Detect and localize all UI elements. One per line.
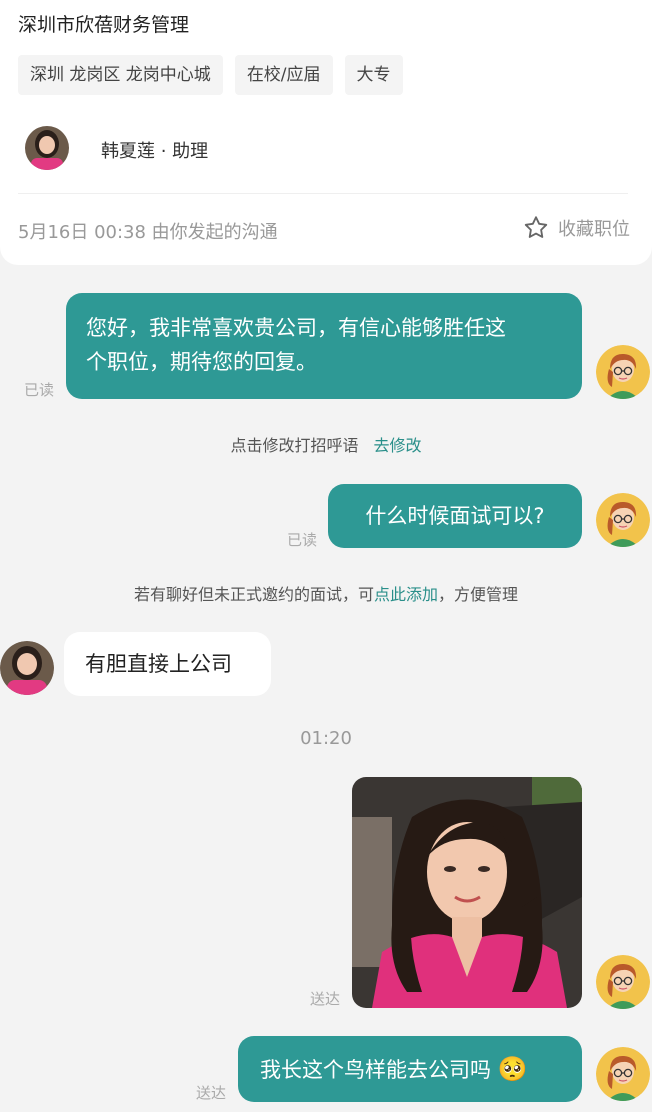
favorite-label: 收藏职位 <box>558 219 630 240</box>
notice-text-before: 若有聊好但未正式邀约的面试，可 <box>133 585 374 604</box>
favorite-job-button[interactable]: 收藏职位 <box>522 214 630 242</box>
time-divider: 01:20 <box>300 728 352 749</box>
interview-notice: 若有聊好但未正式邀约的面试，可点此添加，方便管理 <box>0 581 652 605</box>
read-status: 已读 <box>287 531 318 549</box>
message-text: 什么时候面试可以? <box>365 504 545 528</box>
read-status: 已读 <box>24 381 55 399</box>
tag-education: 大专 <box>344 55 403 95</box>
tag-experience: 在校/应届 <box>234 55 333 95</box>
message-line: 个职位，期待您的回复。 <box>86 350 317 374</box>
card-divider <box>18 193 628 194</box>
self-avatar[interactable] <box>596 345 650 399</box>
job-card: 深圳市欣蓓财务管理 深圳 龙岗区 龙岗中心城 在校/应届 大专 韩夏莲 · 助理… <box>0 0 652 265</box>
message-bubble-outgoing[interactable]: 我长这个鸟样能去公司吗 🥺 <box>238 1036 582 1102</box>
message-text: 有胆直接上公司 <box>85 652 232 676</box>
greeting-hint: 点击修改打招呼语 去修改 <box>0 432 652 456</box>
message-bubble-outgoing[interactable]: 您好，我非常喜欢贵公司，有信心能够胜任这 个职位，期待您的回复。 <box>66 293 582 399</box>
pleading-face-emoji-icon: 🥺 <box>497 1055 528 1083</box>
selfie-photo <box>352 777 582 1008</box>
message-text: 我长这个鸟样能去公司吗 <box>260 1058 491 1082</box>
conversation-start-text: 5月16日 00:38 由你发起的沟通 <box>18 222 278 243</box>
message-bubble-outgoing[interactable]: 什么时候面试可以? <box>328 484 582 548</box>
message-bubble-incoming[interactable]: 有胆直接上公司 <box>64 632 271 696</box>
greeting-hint-text: 点击修改打招呼语 <box>230 436 359 455</box>
message-line: 您好，我非常喜欢贵公司，有信心能够胜任这 <box>86 316 506 340</box>
tag-location: 深圳 龙岗区 龙岗中心城 <box>18 55 223 95</box>
self-avatar[interactable] <box>596 1047 650 1101</box>
photo-message[interactable] <box>352 777 582 1008</box>
company-name: 深圳市欣蓓财务管理 <box>18 14 190 36</box>
recruiter-name: 韩夏莲 · 助理 <box>101 141 209 162</box>
edit-greeting-link[interactable]: 去修改 <box>374 436 422 455</box>
self-avatar[interactable] <box>596 955 650 1009</box>
delivered-status: 送达 <box>196 1084 227 1102</box>
add-interview-link[interactable]: 点此添加 <box>374 585 438 604</box>
delivered-status: 送达 <box>310 990 341 1008</box>
recruiter-avatar[interactable] <box>25 126 69 170</box>
notice-text-after: ，方便管理 <box>438 585 519 604</box>
star-outline-icon <box>524 216 548 238</box>
recruiter-avatar[interactable] <box>0 641 54 695</box>
job-tags: 深圳 龙岗区 龙岗中心城 在校/应届 大专 <box>18 55 403 95</box>
self-avatar[interactable] <box>596 493 650 547</box>
